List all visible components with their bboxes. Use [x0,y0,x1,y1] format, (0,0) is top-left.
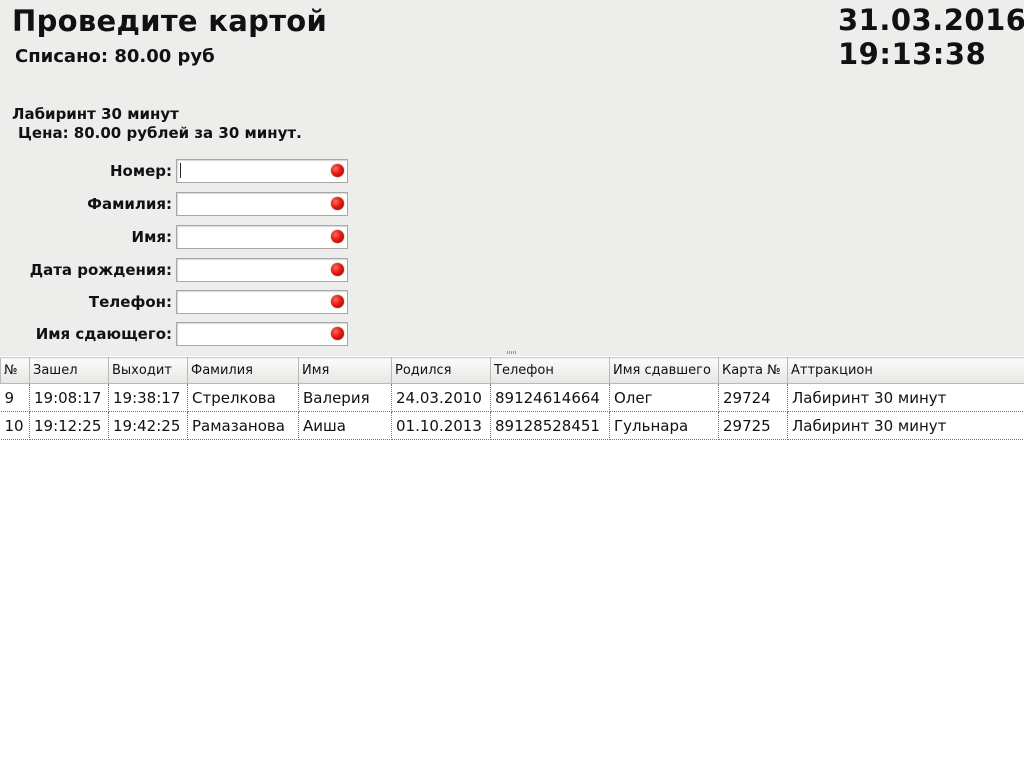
lastname-label: Фамилия: [87,195,172,213]
cell-firstname: Валерия [298,383,392,412]
lastname-input[interactable] [176,192,348,216]
attraction-name: Лабиринт 30 минут [12,105,179,123]
cell-born: 01.10.2013 [391,411,491,440]
cell-attraction: Лабиринт 30 минут [787,411,1024,440]
handover-name-status-red-dot-icon [331,327,344,340]
form-row-lastname: Фамилия: [0,192,360,218]
firstname-status-red-dot-icon [331,230,344,243]
datetime-display: 31.03.2016 19:13:38 [838,3,1024,71]
column-header-phone[interactable]: Телефон [490,357,610,384]
cell-exits: 19:38:17 [108,383,188,412]
current-time: 19:13:38 [838,37,987,71]
handover-name-label: Имя сдающего: [35,325,172,343]
phone-status-red-dot-icon [331,295,344,308]
top-panel: Проведите картой Списано: 80.00 руб 31.0… [0,0,1024,356]
text-caret [180,163,181,178]
column-header-card[interactable]: Карта № [718,357,788,384]
column-header-number[interactable]: № [0,357,30,384]
firstname-label: Имя: [131,228,172,246]
form-row-handover-name: Имя сдающего: [0,322,360,348]
column-header-firstname[interactable]: Имя [298,357,392,384]
cell-entered: 19:08:17 [29,383,109,412]
handover-name-input[interactable] [176,322,348,346]
cell-lastname: Рамазанова [187,411,299,440]
column-header-entered[interactable]: Зашел [29,357,109,384]
birthdate-input[interactable] [176,258,348,282]
column-header-handover-name[interactable]: Имя сдавшего [609,357,719,384]
form-row-birthdate: Дата рождения: [0,258,360,284]
column-header-exits[interactable]: Выходит [108,357,188,384]
column-header-born[interactable]: Родился [391,357,491,384]
charged-amount: Списано: 80.00 руб [15,46,215,67]
table-header-row: № Зашел Выходит Фамилия Имя Родился Теле… [0,357,1024,384]
table-row[interactable]: 10 19:12:25 19:42:25 Рамазанова Аиша 01.… [0,411,1024,440]
column-header-lastname[interactable]: Фамилия [187,357,299,384]
splitter-handle[interactable] [507,351,517,354]
cell-lastname: Стрелкова [187,383,299,412]
form-row-firstname: Имя: [0,225,360,251]
phone-input[interactable] [176,290,348,314]
phone-label: Телефон: [88,293,172,311]
cell-firstname: Аиша [298,411,392,440]
form-row-number: Номер: [0,159,360,185]
cell-number: 10 [0,411,30,440]
cell-number: 9 [0,383,30,412]
column-header-attraction[interactable]: Аттракцион [787,357,1024,384]
cell-attraction: Лабиринт 30 минут [787,383,1024,412]
form-row-phone: Телефон: [0,290,360,316]
cell-card: 29725 [718,411,788,440]
attraction-price: Цена: 80.00 рублей за 30 минут. [18,124,302,142]
current-date: 31.03.2016 [838,3,1024,37]
visits-table: № Зашел Выходит Фамилия Имя Родился Теле… [0,357,1024,440]
cell-phone: 89124614664 [490,383,610,412]
number-status-red-dot-icon [331,164,344,177]
cell-handover-name: Гульнара [609,411,719,440]
cell-exits: 19:42:25 [108,411,188,440]
page-title: Проведите картой [12,4,328,38]
cell-born: 24.03.2010 [391,383,491,412]
birthdate-status-red-dot-icon [331,263,344,276]
birthdate-label: Дата рождения: [29,261,172,279]
table-row[interactable]: 9 19:08:17 19:38:17 Стрелкова Валерия 24… [0,383,1024,412]
cell-card: 29724 [718,383,788,412]
lastname-status-red-dot-icon [331,197,344,210]
firstname-input[interactable] [176,225,348,249]
number-label: Номер: [109,162,172,180]
cell-entered: 19:12:25 [29,411,109,440]
cell-phone: 89128528451 [490,411,610,440]
number-input[interactable] [176,159,348,183]
cell-handover-name: Олег [609,383,719,412]
